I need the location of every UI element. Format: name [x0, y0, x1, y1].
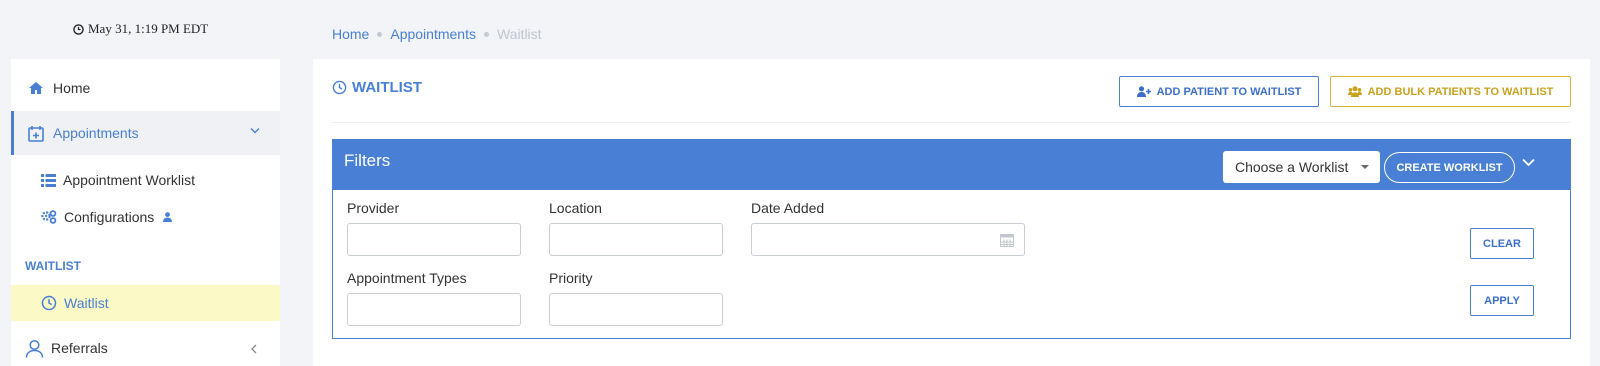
breadcrumb-separator [377, 31, 383, 37]
page-title: WAITLIST [332, 79, 422, 96]
location-input[interactable] [549, 223, 723, 256]
page-title-text: WAITLIST [352, 79, 422, 96]
clock-icon [73, 23, 84, 35]
datetime-display: May 31, 1:19 PM EDT [73, 21, 208, 37]
calendar-icon[interactable] [1000, 233, 1014, 247]
datetime-text: May 31, 1:19 PM EDT [88, 21, 209, 36]
filters-panel: Filters Choose a Worklist CREATE WORKLIS… [332, 139, 1571, 339]
sidebar-item-appointment-worklist[interactable]: Appointment Worklist [11, 168, 280, 192]
filters-header: Filters Choose a Worklist CREATE WORKLIS… [333, 140, 1570, 190]
history-icon [41, 295, 57, 311]
priority-label: Priority [549, 270, 593, 286]
filters-title: Filters [344, 151, 391, 170]
appointment-types-label: Appointment Types [347, 270, 467, 286]
add-bulk-patients-button[interactable]: ADD BULK PATIENTS TO WAITLIST [1330, 76, 1571, 107]
person-icon [25, 339, 44, 358]
sidebar-item-referrals[interactable]: Referrals [11, 336, 280, 360]
create-worklist-button[interactable]: CREATE WORKLIST [1384, 152, 1515, 183]
location-label: Location [549, 200, 602, 216]
sidebar: Home Appointments Appointment Worklist C… [11, 59, 280, 366]
sidebar-item-configurations[interactable]: Configurations [11, 205, 280, 229]
provider-label: Provider [347, 200, 400, 216]
user-plus-icon [1136, 86, 1151, 97]
provider-input[interactable] [347, 223, 521, 256]
sidebar-item-label: Appointment Worklist [63, 172, 196, 188]
chevron-down-icon[interactable] [1522, 158, 1535, 167]
home-icon [29, 82, 43, 94]
list-icon [41, 173, 56, 187]
cogs-icon [41, 210, 57, 224]
sidebar-section-waitlist: WAITLIST [25, 259, 81, 273]
caret-down-icon [1361, 165, 1369, 169]
users-icon [1347, 86, 1362, 97]
worklist-select-value: Choose a Worklist [1235, 159, 1349, 175]
appointment-types-input[interactable] [347, 293, 521, 326]
chevron-left-icon[interactable] [251, 344, 257, 354]
sidebar-item-label: Waitlist [64, 295, 109, 311]
divider [332, 122, 1571, 123]
breadcrumb-separator [483, 31, 489, 37]
sidebar-item-appointments[interactable]: Appointments [11, 111, 280, 155]
sidebar-item-home[interactable]: Home [11, 76, 280, 100]
apply-button[interactable]: APPLY [1470, 285, 1534, 316]
add-patient-to-waitlist-button[interactable]: ADD PATIENT TO WAITLIST [1119, 76, 1319, 107]
priority-input[interactable] [549, 293, 723, 326]
date-added-label: Date Added [751, 200, 825, 216]
add-bulk-label: ADD BULK PATIENTS TO WAITLIST [1367, 85, 1554, 98]
sidebar-item-label: Configurations [64, 209, 155, 225]
sidebar-item-label: Home [53, 80, 91, 96]
date-added-input[interactable] [751, 223, 1025, 256]
sidebar-item-label: Referrals [51, 340, 108, 356]
sidebar-item-label: Appointments [53, 125, 139, 141]
breadcrumb: Home Appointments Waitlist [332, 26, 542, 42]
add-patient-label: ADD PATIENT TO WAITLIST [1156, 85, 1302, 98]
breadcrumb-appointments[interactable]: Appointments [390, 26, 476, 42]
clear-button[interactable]: CLEAR [1470, 228, 1534, 259]
breadcrumb-current: Waitlist [496, 26, 542, 42]
breadcrumb-home[interactable]: Home [332, 26, 369, 42]
worklist-select[interactable]: Choose a Worklist [1223, 151, 1380, 183]
chevron-down-icon[interactable] [250, 127, 260, 134]
user-icon [163, 212, 173, 222]
main-panel: WAITLIST ADD PATIENT TO WAITLIST ADD BUL… [313, 59, 1590, 366]
history-icon [332, 80, 347, 95]
calendar-plus-icon [28, 125, 44, 142]
sidebar-item-waitlist[interactable]: Waitlist [11, 285, 280, 321]
